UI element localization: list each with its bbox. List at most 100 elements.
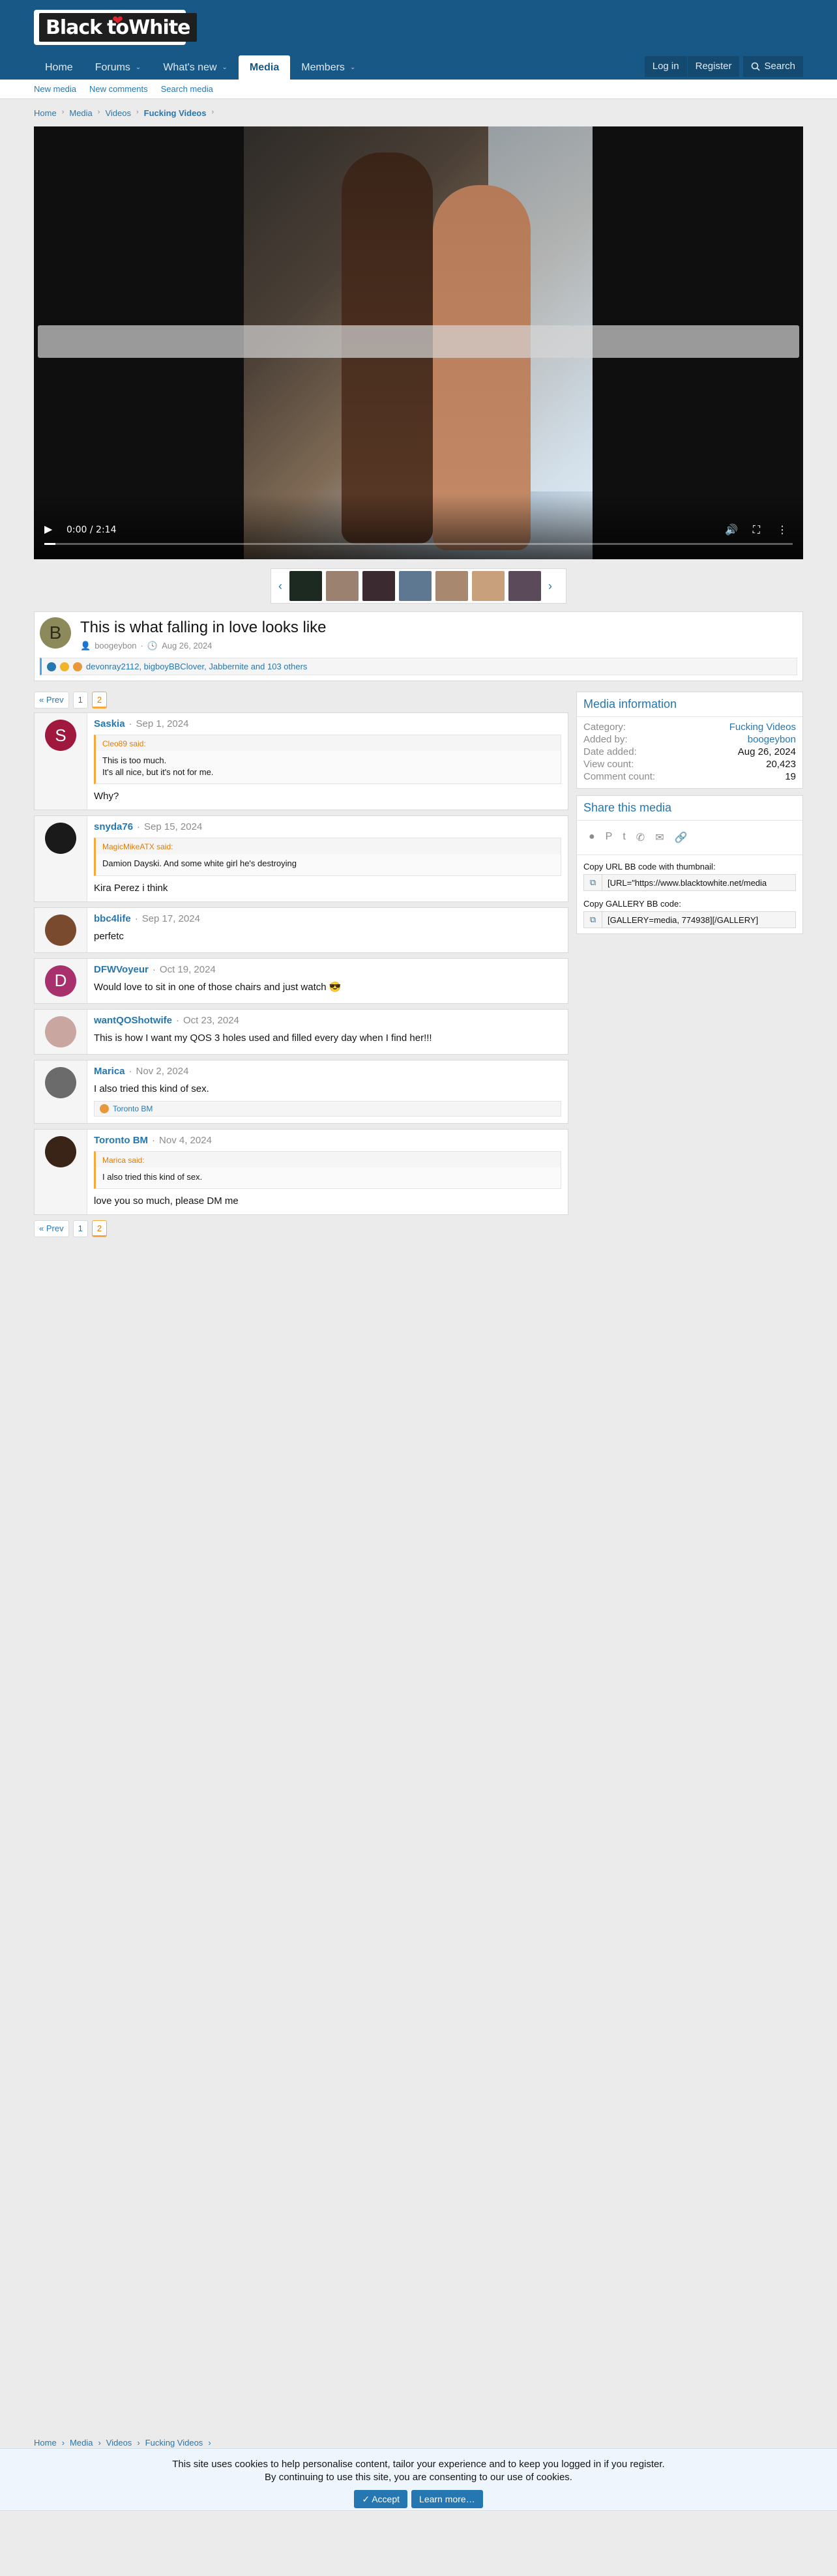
url-bbcode-field[interactable]: ⧉ [URL="https://www.blacktowhite.net/medi… bbox=[583, 874, 796, 891]
comment-date[interactable]: Sep 17, 2024 bbox=[142, 913, 200, 924]
avatar[interactable] bbox=[45, 1135, 76, 1167]
breadcrumb-item[interactable]: Media bbox=[69, 108, 92, 123]
avatar[interactable] bbox=[45, 1016, 76, 1047]
nav-tab-media[interactable]: Media bbox=[238, 55, 291, 80]
breadcrumb-item[interactable]: Fucking Videos bbox=[145, 2438, 203, 2448]
chevron-down-icon[interactable]: ⌄ bbox=[136, 55, 141, 80]
reaction-users[interactable]: Toronto BM bbox=[113, 1104, 153, 1113]
prev-page-button[interactable]: « Prev bbox=[34, 1220, 69, 1237]
thumbnail[interactable] bbox=[326, 571, 359, 601]
cookie-learn-more-button[interactable]: Learn more… bbox=[411, 2490, 483, 2509]
breadcrumb-item[interactable]: Videos bbox=[106, 2438, 132, 2448]
thumbnail[interactable] bbox=[289, 571, 322, 601]
search-button[interactable]: Search bbox=[743, 56, 803, 77]
copy-icon[interactable]: ⧉ bbox=[584, 912, 602, 928]
chevron-left-icon[interactable]: ‹ bbox=[275, 579, 286, 593]
comment-author[interactable]: Toronto BM bbox=[94, 1135, 148, 1146]
chevron-right-icon: › bbox=[208, 2438, 211, 2448]
reactions-bar[interactable]: devonray2112, bigboyBBClover, Jabbernite… bbox=[40, 658, 797, 675]
pinterest-icon[interactable]: P bbox=[606, 831, 613, 844]
clock-icon: 🕓 bbox=[147, 641, 158, 651]
subnav-link[interactable]: New comments bbox=[89, 80, 148, 99]
comment-header: snyda76 · Sep 15, 2024 bbox=[94, 821, 561, 832]
whatsapp-icon[interactable]: ✆ bbox=[636, 831, 645, 844]
chevron-down-icon[interactable]: ⌄ bbox=[350, 55, 355, 80]
nav-tab-home[interactable]: Home bbox=[34, 55, 84, 80]
comment-reactions[interactable]: Toronto BM bbox=[94, 1100, 561, 1117]
comment-body: snyda76 · Sep 15, 2024 MagicMikeATX said: Da… bbox=[87, 816, 568, 901]
comment-author[interactable]: DFWVoyeur bbox=[94, 964, 149, 975]
comment-date[interactable]: Oct 19, 2024 bbox=[160, 964, 216, 975]
comment-date[interactable]: Oct 23, 2024 bbox=[183, 1015, 239, 1026]
subnav-link[interactable]: New media bbox=[34, 80, 76, 99]
video-player[interactable]: ▶ 0:00 / 2:14 🔊 ⛶ ⋮ bbox=[34, 126, 803, 559]
quote-author[interactable]: Marica said: bbox=[96, 1152, 561, 1167]
nav-tab-what-s-new[interactable]: What's new ⌄ bbox=[152, 55, 239, 80]
copy-icon[interactable]: ⧉ bbox=[584, 875, 602, 890]
comment-date[interactable]: Nov 4, 2024 bbox=[159, 1135, 212, 1146]
comment-author[interactable]: Saskia bbox=[94, 718, 125, 729]
cookie-accept-button[interactable]: ✓ Accept bbox=[354, 2490, 408, 2509]
breadcrumb-item[interactable]: Home bbox=[34, 108, 57, 123]
media-author[interactable]: boogeybon bbox=[95, 641, 136, 651]
page-2[interactable]: 2 bbox=[91, 692, 108, 709]
separator: · bbox=[134, 913, 138, 924]
page-2[interactable]: 2 bbox=[91, 1220, 108, 1237]
site-logo[interactable]: Black ❤ toWhite bbox=[34, 10, 197, 45]
thumbnail[interactable] bbox=[472, 571, 505, 601]
info-value[interactable]: boogeybon bbox=[748, 734, 796, 745]
next-media-button[interactable] bbox=[572, 325, 799, 358]
breadcrumb-item[interactable]: Videos bbox=[105, 108, 131, 123]
subnav-link[interactable]: Search media bbox=[161, 80, 213, 99]
avatar[interactable]: D bbox=[45, 965, 76, 997]
chevron-down-icon[interactable]: ⌄ bbox=[222, 55, 228, 80]
breadcrumb-item[interactable]: Fucking Videos bbox=[144, 108, 207, 123]
thumbnail[interactable] bbox=[399, 571, 432, 601]
register-button[interactable]: Register bbox=[687, 56, 740, 77]
volume-icon[interactable]: 🔊 bbox=[725, 523, 738, 536]
video-progress[interactable] bbox=[44, 543, 793, 545]
comment-date[interactable]: Sep 1, 2024 bbox=[136, 718, 189, 729]
avatar[interactable]: B bbox=[40, 617, 71, 649]
prev-media-button[interactable] bbox=[38, 325, 572, 358]
comment-author[interactable]: snyda76 bbox=[94, 821, 133, 832]
nav-tab-members[interactable]: Members ⌄ bbox=[290, 55, 366, 80]
page-1[interactable]: 1 bbox=[72, 692, 88, 709]
avatar[interactable] bbox=[45, 914, 76, 946]
email-icon[interactable]: ✉ bbox=[655, 831, 664, 844]
more-options-icon[interactable]: ⋮ bbox=[777, 523, 787, 536]
info-row: Date added: Aug 26, 2024 bbox=[577, 746, 802, 758]
chevron-right-icon[interactable]: › bbox=[545, 579, 555, 593]
info-value[interactable]: Fucking Videos bbox=[729, 722, 796, 733]
link-icon[interactable]: 🔗 bbox=[675, 831, 688, 844]
comment-author[interactable]: wantQOShotwife bbox=[94, 1015, 172, 1026]
gallery-bbcode-field[interactable]: ⧉ [GALLERY=media, 774938][/GALLERY] bbox=[583, 911, 796, 928]
thumbnail[interactable] bbox=[435, 571, 468, 601]
comment-date[interactable]: Sep 15, 2024 bbox=[144, 821, 202, 832]
quote-author[interactable]: Cleo89 said: bbox=[96, 735, 561, 751]
avatar[interactable] bbox=[45, 1066, 76, 1098]
tumblr-icon[interactable]: t bbox=[623, 831, 625, 844]
comment-author[interactable]: bbc4life bbox=[94, 913, 131, 924]
page-1[interactable]: 1 bbox=[72, 1220, 88, 1237]
login-button[interactable]: Log in bbox=[644, 56, 687, 77]
info-row: View count: 20,423 bbox=[577, 758, 802, 770]
breadcrumb-item[interactable]: Home bbox=[34, 2438, 57, 2448]
cookie-text-1: This site uses cookies to help personali… bbox=[172, 2459, 665, 2470]
prev-page-button[interactable]: « Prev bbox=[34, 692, 69, 709]
quote-author[interactable]: MagicMikeATX said: bbox=[96, 838, 561, 854]
avatar[interactable]: S bbox=[45, 720, 76, 751]
thumbnail[interactable] bbox=[508, 571, 541, 601]
breadcrumb-bottom: Home › Media › Videos › Fucking Videos › bbox=[34, 2438, 211, 2448]
thumbnail[interactable] bbox=[362, 571, 395, 601]
avatar[interactable] bbox=[45, 823, 76, 855]
play-icon[interactable]: ▶ bbox=[44, 523, 52, 536]
reaction-users[interactable]: devonray2112, bigboyBBClover, Jabbernite… bbox=[86, 662, 307, 671]
comment-header: Toronto BM · Nov 4, 2024 bbox=[94, 1135, 561, 1146]
breadcrumb-item[interactable]: Media bbox=[70, 2438, 93, 2448]
nav-tab-forums[interactable]: Forums ⌄ bbox=[84, 55, 153, 80]
fullscreen-icon[interactable]: ⛶ bbox=[753, 525, 760, 536]
comment-date[interactable]: Nov 2, 2024 bbox=[136, 1066, 189, 1077]
reddit-icon[interactable]: ● bbox=[589, 831, 595, 844]
comment-author[interactable]: Marica bbox=[94, 1066, 125, 1077]
